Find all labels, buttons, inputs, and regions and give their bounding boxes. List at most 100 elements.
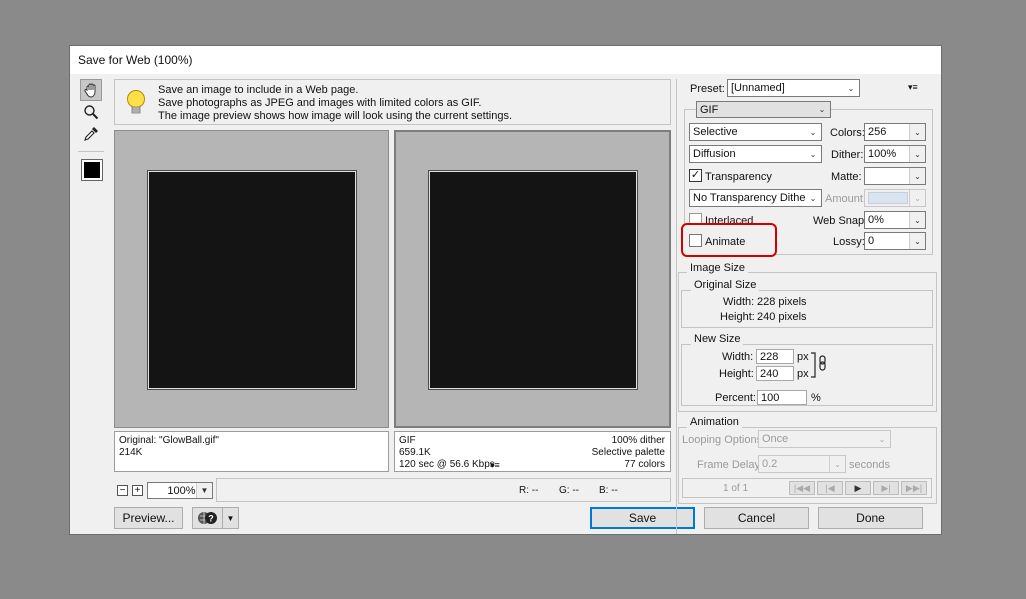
transparency-dither-value: No Transparency Dither (693, 192, 810, 204)
preset-value: [Unnamed] (731, 82, 785, 94)
original-width-value: 228 pixels (757, 296, 807, 308)
optimized-download-time: 120 sec @ 56.6 Kbps (399, 459, 495, 470)
eyedropper-tool[interactable] (80, 123, 102, 145)
new-height-unit: px (797, 368, 809, 380)
eyedropper-icon (84, 127, 98, 141)
magnifier-icon (84, 105, 99, 120)
svg-text:?: ? (208, 514, 214, 524)
image-size-legend: Image Size (687, 262, 749, 274)
animation-legend: Animation (687, 416, 742, 428)
eyedropper-color-swatch[interactable] (81, 159, 103, 181)
chevron-down-icon: ▼ (196, 483, 212, 498)
preview-button[interactable]: Preview... (114, 507, 183, 529)
dither-amount-value: 100% (868, 148, 897, 160)
optimize-menu-icon[interactable]: ▾≡ (908, 82, 918, 93)
colors-label: Colors: (830, 127, 865, 139)
lossy-select[interactable]: 0 ⌄ (864, 232, 926, 250)
looping-options-select[interactable]: Once ⌄ (758, 430, 891, 448)
chevron-down-icon: ⌄ (843, 80, 859, 96)
colors-select[interactable]: 256 ⌄ (864, 123, 926, 141)
browser-menu-chevron-icon[interactable]: ▼ (222, 507, 238, 529)
save-for-web-dialog: Save for Web (100%) Save an image to inc… (69, 45, 942, 535)
transparency-dither-select[interactable]: No Transparency Dither ⌄ (689, 189, 822, 207)
window-title: Save for Web (100%) (78, 53, 193, 67)
hand-tool[interactable] (80, 79, 102, 101)
optimized-filesize: 659.1K (399, 447, 431, 458)
original-image (148, 171, 356, 389)
browser-icon: ? (198, 512, 217, 524)
frame-delay-select[interactable]: 0.2 ⌄ (758, 455, 846, 473)
new-height-input[interactable]: 240 (756, 366, 794, 381)
transparency-checkbox[interactable]: ✓ (689, 169, 702, 182)
percent-unit: % (811, 392, 821, 404)
original-preview-pane[interactable] (114, 130, 389, 428)
new-width-input[interactable]: 228 (756, 349, 794, 364)
frame-delay-value: 0.2 (762, 458, 778, 470)
toolbox-divider (78, 151, 104, 152)
matte-label: Matte: (831, 171, 862, 183)
color-reduction-value: Selective (693, 126, 738, 138)
original-height-label: Height: (720, 311, 755, 323)
new-height-label: Height: (719, 368, 754, 380)
chevron-down-icon: ⌄ (805, 146, 821, 162)
optimized-palette: Selective palette (591, 447, 665, 458)
looping-options-label: Looping Options: (682, 434, 766, 446)
last-frame-button[interactable]: ▶▶| (901, 481, 927, 495)
chevron-down-icon: ⌄ (909, 168, 925, 184)
dither-algorithm-value: Diffusion (693, 148, 736, 160)
checkmark-icon: ✓ (690, 169, 701, 181)
original-size-legend: Original Size (691, 279, 760, 291)
browser-preview-button[interactable]: ? ▼ (192, 507, 239, 529)
zoom-level-value: 100% (167, 484, 196, 497)
optimized-format: GIF (399, 435, 416, 446)
next-frame-icon: ▶| (881, 482, 891, 493)
dither-amount-select[interactable]: 100% ⌄ (864, 145, 926, 163)
frame-delay-label: Frame Delay: (697, 459, 764, 471)
colors-value: 256 (868, 126, 887, 138)
dither-label: Dither: (831, 149, 864, 161)
optimized-preview-pane[interactable] (394, 130, 671, 428)
lossy-label: Lossy: (833, 236, 865, 248)
play-button[interactable]: ▶ (845, 481, 871, 495)
zoom-level-select[interactable]: 100% ▼ (147, 482, 213, 499)
original-width-label: Width: (723, 296, 755, 308)
zoom-tool[interactable] (80, 101, 102, 123)
chevron-down-icon: ⌄ (805, 124, 821, 140)
preset-select[interactable]: [Unnamed] ⌄ (727, 79, 860, 97)
chevron-down-icon: ⌄ (909, 146, 925, 162)
amount-select[interactable]: ⌄ (864, 189, 926, 207)
zoom-in-button[interactable]: + (132, 485, 143, 496)
zoom-out-button[interactable]: − (117, 485, 128, 496)
tip-line-3: The image preview shows how image will l… (158, 110, 512, 122)
matte-select[interactable]: ⌄ (864, 167, 926, 185)
percent-input[interactable]: 100 (757, 390, 807, 405)
lossy-value: 0 (868, 235, 875, 247)
looping-options-value: Once (762, 433, 789, 445)
preset-label: Preset: (690, 83, 725, 95)
frame-delay-unit: seconds (849, 459, 890, 471)
file-format-select[interactable]: GIF ⌄ (696, 101, 831, 118)
animate-checkbox[interactable] (689, 234, 702, 247)
web-snap-label: Web Snap: (813, 215, 868, 227)
download-speed-menu-icon[interactable]: ▾≡ (490, 459, 500, 471)
frame-navigator: 1 of 1 |◀◀ |◀ ▶ ▶| ▶▶| (682, 478, 932, 498)
color-reduction-select[interactable]: Selective ⌄ (689, 123, 822, 141)
original-info-panel: Original: "GlowBall.gif" 214K (114, 431, 389, 472)
optimized-image (429, 171, 637, 389)
optimized-info-panel: GIF 659.1K 120 sec @ 56.6 Kbps ▾≡ 100% d… (394, 431, 671, 472)
dither-algorithm-select[interactable]: Diffusion ⌄ (689, 145, 822, 163)
first-frame-button[interactable]: |◀◀ (789, 481, 815, 495)
web-snap-select[interactable]: 0% ⌄ (864, 211, 926, 229)
previous-frame-icon: |◀ (825, 482, 835, 493)
original-size-group (681, 290, 933, 328)
readout-r: R: -- (519, 485, 539, 496)
percent-label: Percent: (715, 392, 756, 404)
web-snap-value: 0% (868, 214, 884, 226)
chevron-down-icon: ⌄ (829, 456, 845, 472)
constrain-proportions-link-icon[interactable] (810, 351, 830, 379)
previous-frame-button[interactable]: |◀ (817, 481, 843, 495)
readout-g: G: -- (559, 485, 579, 496)
toolbox (78, 79, 104, 184)
new-width-label: Width: (722, 351, 754, 363)
next-frame-button[interactable]: ▶| (873, 481, 899, 495)
